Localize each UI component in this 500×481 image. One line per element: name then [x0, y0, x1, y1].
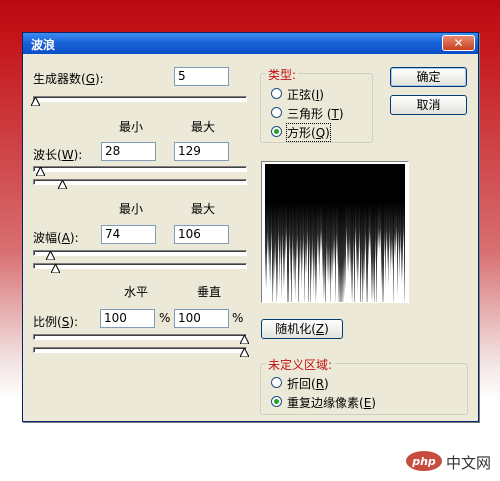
type-triangle-label[interactable]: 三角形 (T)	[287, 105, 344, 122]
wavelength-min-input[interactable]: 28	[101, 142, 156, 161]
scale-vertical-input[interactable]: 100	[174, 309, 229, 328]
scale-horizontal-slider-thumb[interactable]	[240, 335, 249, 344]
scale-vertical-unit: %	[232, 311, 244, 325]
wave-dialog: 波浪 ✕ 生成器数(G): 5 最小 最大 波长(W): 28 129 最小 最…	[22, 32, 479, 422]
type-triangle-radio[interactable]	[271, 107, 282, 118]
amplitude-label: 波幅(A):	[33, 231, 79, 245]
wavelength-label: 波长(W):	[33, 148, 83, 162]
amplitude-max-header: 最大	[191, 202, 216, 216]
scale-horizontal-slider-track[interactable]	[33, 334, 247, 340]
generators-slider-track[interactable]	[33, 96, 247, 102]
wavelength-max-slider-thumb[interactable]	[58, 180, 67, 189]
wavelength-max-input[interactable]: 129	[174, 142, 229, 161]
php-logo-icon: php	[406, 451, 442, 471]
close-icon[interactable]: ✕	[442, 35, 475, 51]
type-sine-radio[interactable]	[271, 88, 282, 99]
wavelength-max-header: 最大	[191, 120, 216, 134]
repeat-edge-pixels-label[interactable]: 重复边缘像素(E)	[287, 394, 376, 411]
generators-input[interactable]: 5	[174, 67, 229, 86]
type-sine-label[interactable]: 正弦(I)	[287, 86, 324, 103]
wrap-around-radio[interactable]	[271, 377, 282, 388]
amplitude-min-slider-thumb[interactable]	[46, 251, 55, 260]
wave-preview-image	[265, 164, 405, 327]
wavelength-min-header: 最小	[119, 120, 144, 134]
scale-horizontal-header: 水平	[124, 285, 149, 299]
scale-label: 比例(S):	[33, 315, 79, 329]
amplitude-max-slider-thumb[interactable]	[51, 264, 60, 273]
scale-vertical-slider-track[interactable]	[33, 347, 247, 353]
scale-horizontal-unit: %	[159, 311, 171, 325]
type-group-title: 类型:	[266, 66, 299, 83]
wavelength-min-slider-track[interactable]	[33, 166, 247, 172]
window-title: 波浪	[31, 38, 56, 52]
type-square-radio[interactable]	[271, 126, 282, 137]
svg-text:php: php	[411, 455, 436, 468]
scale-vertical-header: 垂直	[197, 285, 222, 299]
amplitude-min-slider-track[interactable]	[33, 250, 247, 256]
wavelength-min-slider-thumb[interactable]	[36, 167, 45, 176]
wrap-around-label[interactable]: 折回(R)	[287, 375, 329, 392]
randomize-button[interactable]: 随机化(Z)	[261, 319, 343, 339]
amplitude-min-header: 最小	[119, 202, 144, 216]
amplitude-max-input[interactable]: 106	[174, 225, 229, 244]
title-bar[interactable]: 波浪 ✕	[23, 33, 478, 54]
ok-button[interactable]: 确定	[390, 67, 467, 87]
type-square-label[interactable]: 方形(Q)	[286, 123, 331, 142]
generators-slider-thumb[interactable]	[31, 97, 40, 106]
cancel-button[interactable]: 取消	[390, 95, 467, 115]
watermark-text: 中文网	[446, 454, 492, 472]
wave-preview	[261, 161, 409, 327]
repeat-edge-pixels-radio[interactable]	[271, 396, 282, 407]
amplitude-max-slider-track[interactable]	[33, 263, 247, 269]
undefined-area-title: 未定义区域:	[266, 356, 335, 373]
scale-horizontal-input[interactable]: 100	[100, 309, 155, 328]
php-watermark: php 中文网	[405, 448, 495, 474]
amplitude-min-input[interactable]: 74	[101, 225, 156, 244]
scale-vertical-slider-thumb[interactable]	[240, 348, 249, 357]
generators-label: 生成器数(G):	[33, 72, 104, 86]
